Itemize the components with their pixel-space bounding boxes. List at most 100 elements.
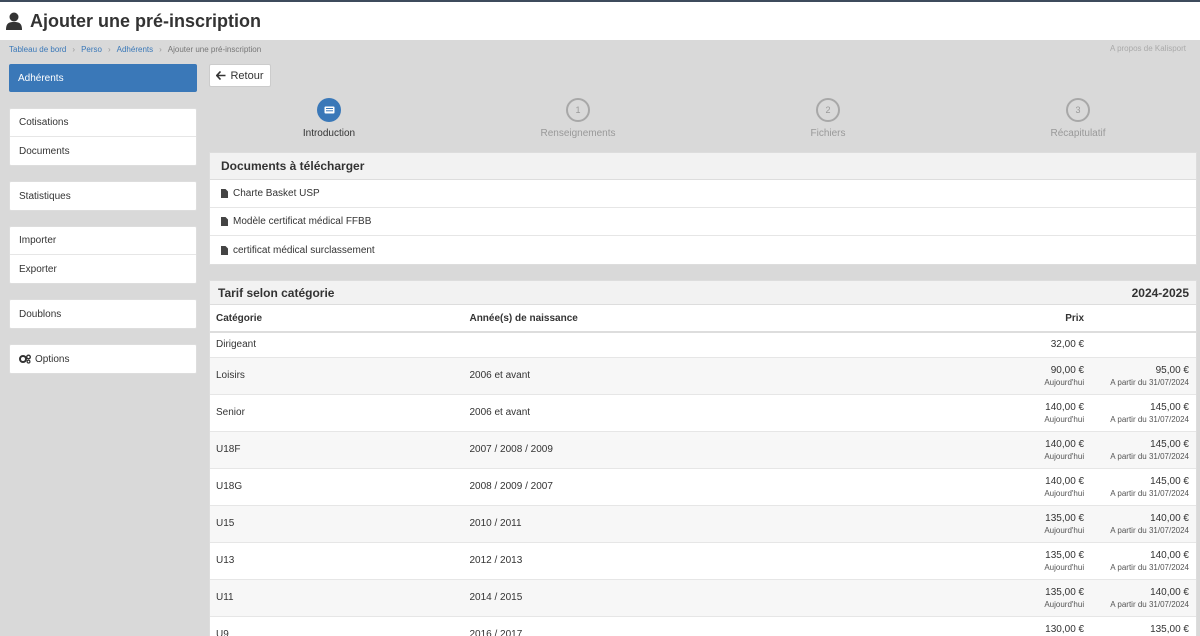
arrow-left-icon [216, 71, 226, 80]
breadcrumb-current: Ajouter une pré-inscription [167, 45, 262, 54]
step-label: Introduction [302, 128, 356, 139]
sidebar-item-importer[interactable]: Importer [10, 227, 196, 255]
cell-birth: 2008 / 2009 / 2007 [463, 468, 963, 506]
sidebar-item-documents[interactable]: Documents [10, 137, 196, 165]
cell-price: 32,00 € [962, 332, 1089, 358]
cell-birth: 2014 / 2015 [463, 579, 963, 617]
step-circle [317, 98, 341, 122]
price-later-amount: 145,00 € [1150, 401, 1189, 413]
table-row: U18F 2007 / 2008 / 2009 140,00 € Aujourd'hu… [210, 431, 1196, 469]
sidebar-item-statistiques[interactable]: Statistiques [10, 182, 196, 210]
price-later-amount: 140,00 € [1150, 586, 1189, 598]
step-introduction[interactable]: Introduction [209, 98, 449, 139]
cell-price: 135,00 € Aujourd'hui [962, 505, 1089, 543]
cell-category: U15 [210, 505, 464, 543]
sidebar-item-doublons[interactable]: Doublons [10, 300, 196, 328]
cell-price-later: 135,00 €A partir du 31/07/2024 [1088, 616, 1196, 636]
price-note: Aujourd'hui [1044, 525, 1085, 535]
cell-price-later: 145,00 € A partir du 31/07/2024 [1088, 468, 1196, 506]
cell-birth: 2016 / 2017 [463, 616, 963, 636]
price-later-amount: 145,00 € [1150, 438, 1189, 450]
price-amount: 140,00 € [1045, 401, 1085, 413]
price-later-amount: 140,00 € [1150, 512, 1189, 524]
price-amount: 90,00 € [1050, 364, 1085, 376]
table-row: Senior 2006 et avant 140,00 € Aujourd'hui 14… [210, 394, 1196, 432]
document-item[interactable]: certificat médical surclassement [210, 236, 1196, 264]
price-amount: 135,00 € [1045, 549, 1085, 561]
cell-birth: 2012 / 2013 [463, 542, 963, 580]
price-amount: 140,00 € [1045, 475, 1085, 487]
document-link[interactable]: Modèle certificat médical FFBB [233, 216, 371, 227]
cell-category: U18G [210, 468, 464, 506]
document-link[interactable]: certificat médical surclassement [233, 245, 375, 256]
breadcrumb-separator: › [72, 45, 76, 54]
sidebar-item-adherents[interactable]: Adhérents [9, 64, 197, 92]
document-item[interactable]: Charte Basket USP [210, 180, 1196, 208]
breadcrumb-separator: › [107, 45, 111, 54]
step-recapitulatif[interactable]: 3 Récapitulatif [958, 98, 1198, 139]
table-row: U15 2010 / 2011 135,00 € Aujourd'hui 140,00 … [210, 505, 1196, 543]
sidebar-item-options[interactable]: Options [10, 345, 196, 373]
cell-birth: 2006 et avant [463, 394, 963, 432]
about-link[interactable]: A propos de Kalisport [1110, 44, 1186, 53]
document-link[interactable]: Charte Basket USP [233, 188, 320, 199]
cell-price: 135,00 € Aujourd'hui [962, 542, 1089, 580]
cell-category: U18F [210, 431, 464, 469]
price-later-amount: 140,00 € [1150, 549, 1189, 561]
sidebar-group: Options [9, 344, 197, 374]
step-circle: 3 [1066, 98, 1090, 122]
table-row: U13 2012 / 2013 135,00 € Aujourd'hui 140,00 … [210, 542, 1196, 580]
sidebar: Adhérents Cotisations Documents Statisti… [9, 64, 197, 389]
price-amount: 32,00 € [1050, 339, 1085, 351]
price-amount: 130,00 € [1045, 623, 1085, 635]
breadcrumb-item-perso[interactable]: Perso [81, 45, 102, 54]
sidebar-group: Statistiques [9, 181, 197, 211]
list-icon [324, 106, 334, 114]
cell-price: 140,00 € Aujourd'hui [962, 468, 1089, 506]
sidebar-group: Cotisations Documents [9, 108, 197, 166]
cell-birth: 2007 / 2008 / 2009 [463, 431, 963, 469]
cell-price-later: 95,00 € A partir du 31/07/2024 [1088, 357, 1196, 395]
tarif-body: Dirigeant 32,00 € Loisirs 2006 et avant 90,0… [210, 332, 1196, 636]
file-icon [221, 245, 228, 255]
price-later-note: A partir du 31/07/2024 [1110, 451, 1189, 461]
step-label: Récapitulatif [1050, 128, 1106, 139]
breadcrumb-item-adherents[interactable]: Adhérents [117, 45, 153, 54]
sidebar-group: Importer Exporter [9, 226, 197, 284]
price-later-note: A partir du 31/07/2024 [1110, 488, 1189, 498]
cell-birth: 2006 et avant [463, 357, 963, 395]
price-later-note: A partir du 31/07/2024 [1110, 377, 1189, 387]
back-button-label: Retour [230, 69, 264, 82]
step-fichiers[interactable]: 2 Fichiers [708, 98, 948, 139]
back-button[interactable]: Retour [209, 64, 271, 87]
step-renseignements[interactable]: 1 Renseignements [458, 98, 698, 139]
price-later-amount: 95,00 € [1155, 364, 1189, 376]
cell-price-later: 140,00 € A partir du 31/07/2024 [1088, 579, 1196, 617]
price-later-amount: 135,00 € [1150, 623, 1189, 635]
table-row: U18G 2008 / 2009 / 2007 140,00 € Aujourd'hu… [210, 468, 1196, 506]
price-note: Aujourd'hui [1044, 488, 1085, 498]
cell-price: 140,00 € Aujourd'hui [962, 431, 1089, 469]
file-icon [221, 217, 228, 226]
cell-category: Loisirs [210, 357, 464, 395]
column-header-empty [1088, 305, 1196, 333]
breadcrumb-item-dashboard[interactable]: Tableau de bord [9, 45, 66, 54]
sidebar-item-exporter[interactable]: Exporter [10, 255, 196, 283]
document-item[interactable]: Modèle certificat médical FFBB [210, 208, 1196, 236]
price-note: Aujourd'hui [1044, 451, 1085, 461]
cell-category: U9 [210, 616, 464, 636]
sidebar-item-cotisations[interactable]: Cotisations [10, 109, 196, 137]
tarif-panel-title: Tarif selon catégorie [218, 285, 335, 300]
price-later-note: A partir du 31/07/2024 [1110, 562, 1189, 572]
cell-price-later: 140,00 € A partir du 31/07/2024 [1088, 542, 1196, 580]
documents-panel-title: Documents à télécharger [210, 153, 1196, 180]
cell-category: Dirigeant [210, 332, 464, 358]
tarif-panel-header: Tarif selon catégorie 2024-2025 [210, 281, 1196, 305]
sidebar-group: Doublons [9, 299, 197, 329]
cell-price-later: 140,00 € A partir du 31/07/2024 [1088, 505, 1196, 543]
tarif-table: Catégorie Année(s) de naissance Prix Dir… [210, 305, 1196, 636]
column-header-price: Prix [962, 305, 1089, 333]
breadcrumb: Tableau de bord › Perso › Adhérents › Aj… [0, 40, 1200, 59]
sidebar-item-label: Options [35, 353, 70, 365]
cell-category: U13 [210, 542, 464, 580]
